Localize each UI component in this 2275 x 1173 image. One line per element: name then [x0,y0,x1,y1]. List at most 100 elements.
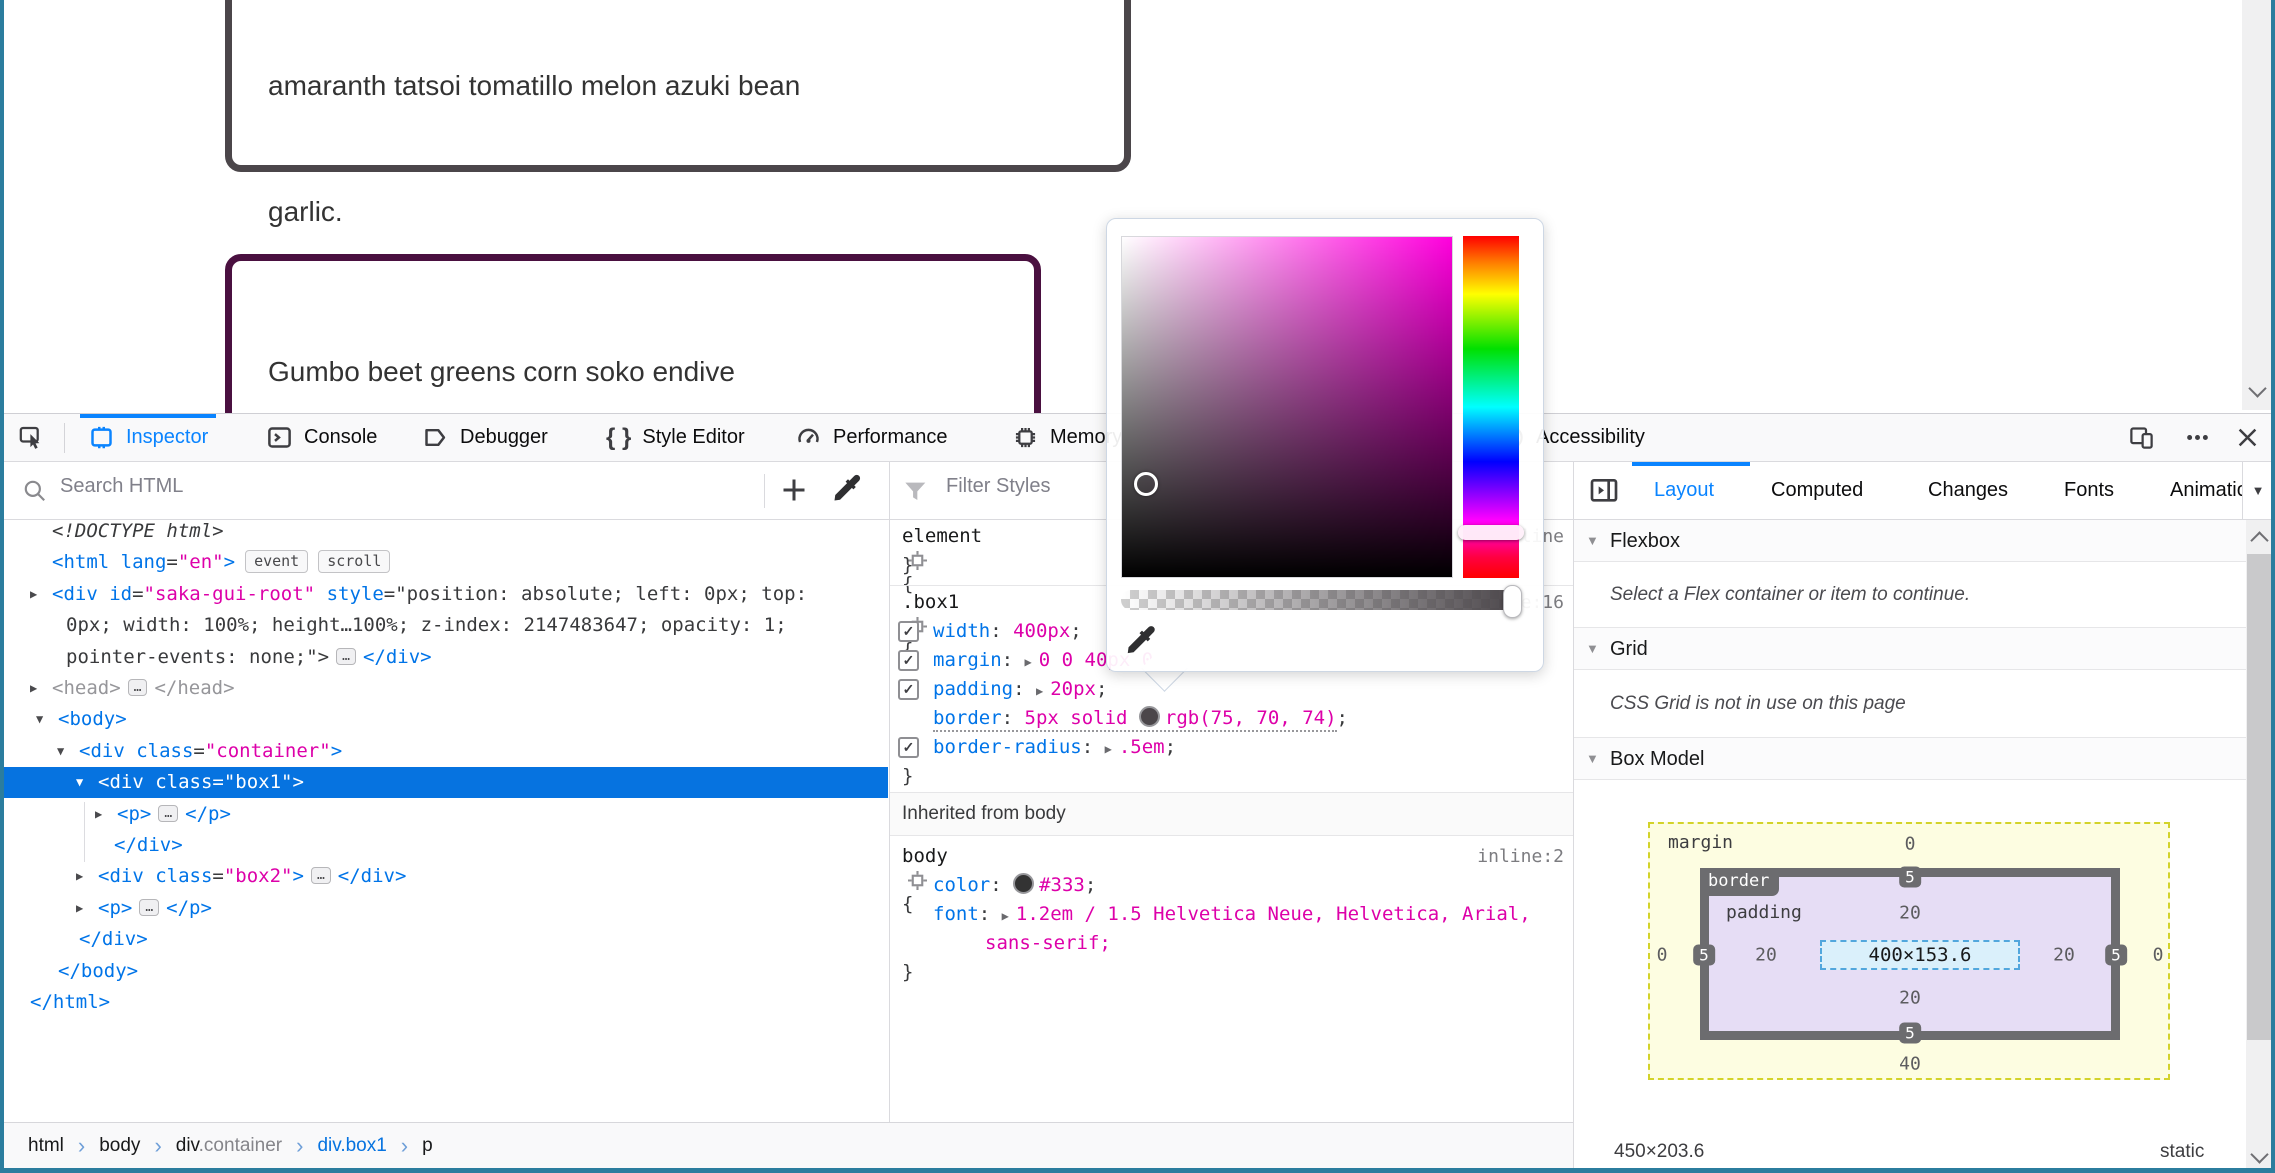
tab-animations[interactable]: Animations [2170,462,2242,519]
breadcrumb-item[interactable]: html [28,1135,64,1157]
twisty-icon[interactable]: ▼ [57,736,64,767]
markup-line[interactable]: <!DOCTYPE html> [0,516,888,547]
color-swatch[interactable] [1013,873,1035,894]
meatball-menu-button[interactable] [2184,414,2211,461]
markup-line[interactable]: ▶ <p> … </p> [0,893,888,924]
padding-bottom-value[interactable]: 20 [1899,988,1921,1009]
box-model-section-header[interactable]: ▼ Box Model [1574,738,2246,780]
close-devtools-button[interactable] [2234,414,2261,461]
twisty-icon[interactable]: ▶ [30,579,37,610]
sidebar-toggle-button[interactable] [1588,475,1620,507]
expand-value-icon[interactable]: ▶ [1025,655,1032,669]
breadcrumb-separator-icon: › [154,1132,162,1158]
markup-line[interactable]: ▶ <div class="box2"> … </div> [0,861,888,892]
color-handle[interactable] [1134,472,1158,496]
breadcrumb-item[interactable]: p [422,1135,433,1157]
markup-line[interactable]: ▼ <div class="container"> [0,736,888,767]
border-left-value[interactable]: 5 [1693,944,1715,966]
code-text: = [193,740,205,762]
expand-ellipsis-button[interactable]: … [336,648,356,665]
markup-line[interactable]: ▶ <div id="saka-gui-root" style="position… [0,579,888,610]
padding-left-value[interactable]: 20 [1755,945,1777,966]
markup-line[interactable]: </div> [0,924,888,955]
code-text: > [223,551,236,573]
markup-line[interactable]: </div> [0,830,888,861]
scroll-up-icon[interactable] [2250,531,2269,550]
border-right-value[interactable]: 5 [2105,944,2127,966]
page-scrollbar[interactable] [2242,0,2272,410]
tab-inspector[interactable]: Inspector [79,414,217,461]
markup-line[interactable]: ▶ <p> … </p> [0,799,888,830]
expand-ellipsis-button[interactable]: … [127,679,148,696]
declaration-checkbox[interactable]: ✓ [898,621,919,642]
twisty-icon[interactable]: ▶ [30,673,37,704]
saturation-lightness-area[interactable] [1121,236,1453,578]
color-swatch[interactable] [1138,706,1160,727]
pick-element-button[interactable] [18,414,45,461]
tab-fonts[interactable]: Fonts [2064,462,2114,519]
padding-right-value[interactable]: 20 [2053,945,2075,966]
tab-console[interactable]: Console [266,414,377,461]
declaration-checkbox[interactable]: ✓ [898,650,919,671]
scroll-down-icon[interactable] [2250,1145,2269,1164]
attribute-badge[interactable]: event [245,550,309,573]
all-tabs-menu-button[interactable]: ▼ [2242,462,2272,519]
padding-top-value[interactable]: 20 [1899,903,1921,924]
margin-bottom-value[interactable]: 40 [1899,1054,1921,1075]
rule-source-link[interactable]: inline:2 [1477,842,1564,871]
expand-value-icon[interactable]: ▶ [1036,684,1043,698]
breadcrumb-item[interactable]: body [99,1135,140,1157]
margin-left-value[interactable]: 0 [1657,945,1668,966]
markup-line[interactable]: ▶ <head> … </head> [0,673,888,704]
property-value: .5em [1118,736,1165,758]
markup-line[interactable]: ▼ <body> [0,704,888,735]
border-bottom-value[interactable]: 5 [1899,1022,1921,1044]
expand-ellipsis-button[interactable]: … [139,899,160,916]
twisty-icon[interactable]: ▼ [36,704,43,735]
expand-ellipsis-button[interactable]: … [158,805,179,822]
tab-layout[interactable]: Layout [1654,462,1714,519]
rule-selector: element [902,525,983,547]
popup-eyedropper-button[interactable] [1123,623,1161,661]
twisty-icon[interactable]: ▶ [95,799,102,830]
breadcrumb-item[interactable]: div.box1 [317,1135,386,1157]
tab-changes[interactable]: Changes [1928,462,2008,519]
attribute-badge[interactable]: scroll [318,550,391,573]
scroll-down-icon[interactable] [2248,379,2267,398]
markup-line[interactable]: <html lang="en"> event scroll [0,547,888,578]
twisty-icon[interactable]: ▼ [76,767,83,798]
expand-value-icon[interactable]: ▶ [1105,742,1112,756]
declaration-checkbox[interactable]: ✓ [898,679,919,700]
responsive-design-mode-button[interactable] [2128,414,2155,461]
tab-computed[interactable]: Computed [1771,462,1863,519]
expand-value-icon[interactable]: ▶ [1002,909,1009,923]
markup-line[interactable]: </html> [0,987,888,1018]
grid-section-header[interactable]: ▼ Grid [1574,628,2246,670]
markup-line[interactable]: </body> [0,956,888,987]
markup-line[interactable]: ▼ <div class="box1"> [0,767,888,798]
tab-style-editor[interactable]: { } Style Editor [606,414,745,461]
sidebar-scrollbar-thumb[interactable] [2247,554,2271,1040]
hue-handle[interactable] [1458,525,1524,540]
breadcrumb-item[interactable]: div.container [176,1135,282,1157]
twisty-icon[interactable]: ▶ [76,861,83,892]
markup-line[interactable]: pointer-events: none;"> … </div> [0,642,888,673]
page-box1: amaranth tatsoi tomatillo melon azuki be… [225,0,1131,227]
sidebar-scrollbar[interactable] [2246,520,2272,1173]
border-top-value[interactable]: 5 [1899,866,1921,888]
margin-top-value[interactable]: 0 [1905,834,1916,855]
expand-ellipsis-button[interactable]: … [310,867,331,884]
twisty-icon[interactable]: ▶ [76,893,83,924]
markup-line[interactable]: 0px; width: 100%; height…100%; z-index: … [0,610,888,641]
alpha-handle[interactable] [1503,585,1522,618]
rule-selector-line: body{inline:2 [890,842,1574,915]
box-model-content[interactable]: 400×153.6 [1820,940,2020,970]
flexbox-section-header[interactable]: ▼ Flexbox [1574,520,2246,562]
code-text: <div class [98,865,213,887]
alpha-slider[interactable] [1121,590,1519,610]
tab-performance[interactable]: Performance [795,414,948,461]
tab-debugger[interactable]: Debugger [422,414,548,461]
declaration-checkbox[interactable]: ✓ [898,737,919,758]
css-declaration: color: #333; [933,873,1097,896]
margin-right-value[interactable]: 0 [2153,945,2164,966]
